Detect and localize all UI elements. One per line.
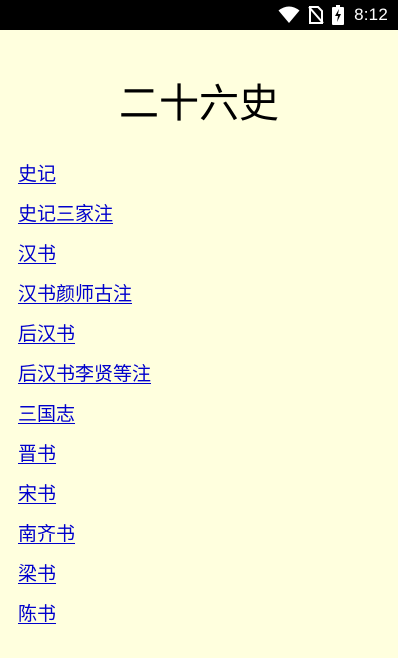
book-link[interactable]: 陈书 xyxy=(18,603,56,625)
book-link[interactable]: 南齐书 xyxy=(18,523,75,545)
list-item: 三国志 xyxy=(18,402,151,442)
status-time: 8:12 xyxy=(354,5,388,24)
list-item: 梁书 xyxy=(18,562,151,602)
no-sim-icon xyxy=(308,6,324,24)
list-item: 汉书颜师古注 xyxy=(18,282,151,322)
page-content: 二十六史 史记 史记三家注 汉书 汉书颜师古注 后汉书 后汉书李贤等注 三国志 … xyxy=(0,30,398,658)
list-item: 后汉书李贤等注 xyxy=(18,362,151,402)
list-item: 汉书 xyxy=(18,242,151,282)
list-item: 晋书 xyxy=(18,442,151,482)
book-link[interactable]: 后汉书 xyxy=(18,323,75,345)
book-link[interactable]: 后汉书李贤等注 xyxy=(18,363,151,385)
book-link[interactable]: 史记 xyxy=(18,163,56,185)
book-link[interactable]: 汉书颜师古注 xyxy=(18,283,132,305)
list-item: 陈书 xyxy=(18,602,151,642)
book-link[interactable]: 三国志 xyxy=(18,403,75,425)
status-bar: 8:12 xyxy=(0,0,398,30)
page-title: 二十六史 xyxy=(119,81,279,127)
book-list: 史记 史记三家注 汉书 汉书颜师古注 后汉书 后汉书李贤等注 三国志 晋书 宋书… xyxy=(18,162,151,642)
wifi-icon xyxy=(278,6,300,24)
battery-charging-icon xyxy=(332,5,345,25)
status-icons: 8:12 xyxy=(278,0,388,30)
list-item: 宋书 xyxy=(18,482,151,522)
book-link[interactable]: 宋书 xyxy=(18,483,56,505)
book-link[interactable]: 梁书 xyxy=(18,563,56,585)
book-link[interactable]: 晋书 xyxy=(18,443,56,465)
list-item: 南齐书 xyxy=(18,522,151,562)
list-item: 后汉书 xyxy=(18,322,151,362)
list-item: 史记 xyxy=(18,162,151,202)
book-link[interactable]: 史记三家注 xyxy=(18,203,113,225)
book-link[interactable]: 汉书 xyxy=(18,243,56,265)
list-item: 史记三家注 xyxy=(18,202,151,242)
